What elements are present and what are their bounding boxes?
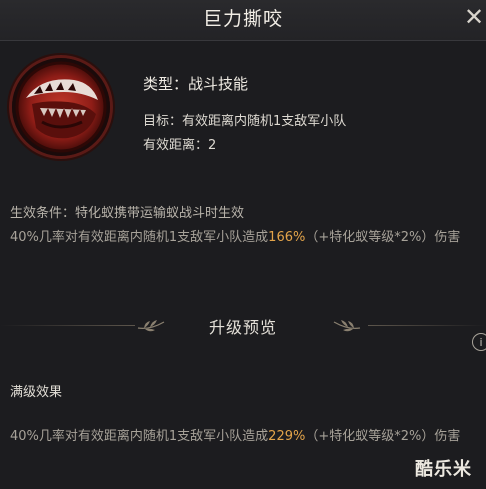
close-icon: ✕ (464, 3, 485, 31)
skill-target: 目标：有效距离内随机1支敌军小队 (143, 114, 347, 129)
info-icon: i (479, 336, 483, 349)
max-effect-prefix: 40%几率对有效距离内随机1支敌军小队造成 (10, 429, 269, 444)
page-title: 巨力撕咬 (202, 8, 283, 30)
effect-suffix: （+特化蚁等级*2%）伤害 (305, 230, 461, 245)
max-effect-value: 229% (268, 429, 306, 444)
max-effect-suffix: （+特化蚁等级*2%）伤害 (305, 429, 461, 444)
info-button[interactable]: i (472, 333, 486, 351)
title-bar: 巨力撕咬 ✕ (0, 0, 486, 41)
skill-type: 类型：战斗技能 (143, 75, 249, 93)
upgrade-preview-title: 升级预览 (208, 318, 277, 337)
upgrade-preview-divider: 升级预览 (0, 308, 486, 342)
effect-prefix: 40%几率对有效距离内随机1支敌军小队造成 (10, 230, 269, 245)
divider-line-right (368, 325, 486, 326)
max-level-label: 满级效果 (10, 385, 63, 400)
laurel-right-icon (333, 320, 361, 332)
effect-value: 166% (268, 230, 306, 245)
max-level-effect-description: 40%几率对有效距离内随机1支敌军小队造成229%（+特化蚁等级*2%）伤害 (10, 427, 472, 446)
skill-range: 有效距离：2 (143, 138, 217, 153)
effect-description: 40%几率对有效距离内随机1支敌军小队造成166%（+特化蚁等级*2%）伤害 (10, 228, 472, 247)
watermark: 酷乐米 (415, 459, 472, 480)
biting-jaw-icon (12, 58, 110, 156)
close-button[interactable]: ✕ (464, 3, 486, 31)
activation-condition: 生效条件：特化蚁携带运输蚁战斗时生效 (10, 206, 245, 221)
